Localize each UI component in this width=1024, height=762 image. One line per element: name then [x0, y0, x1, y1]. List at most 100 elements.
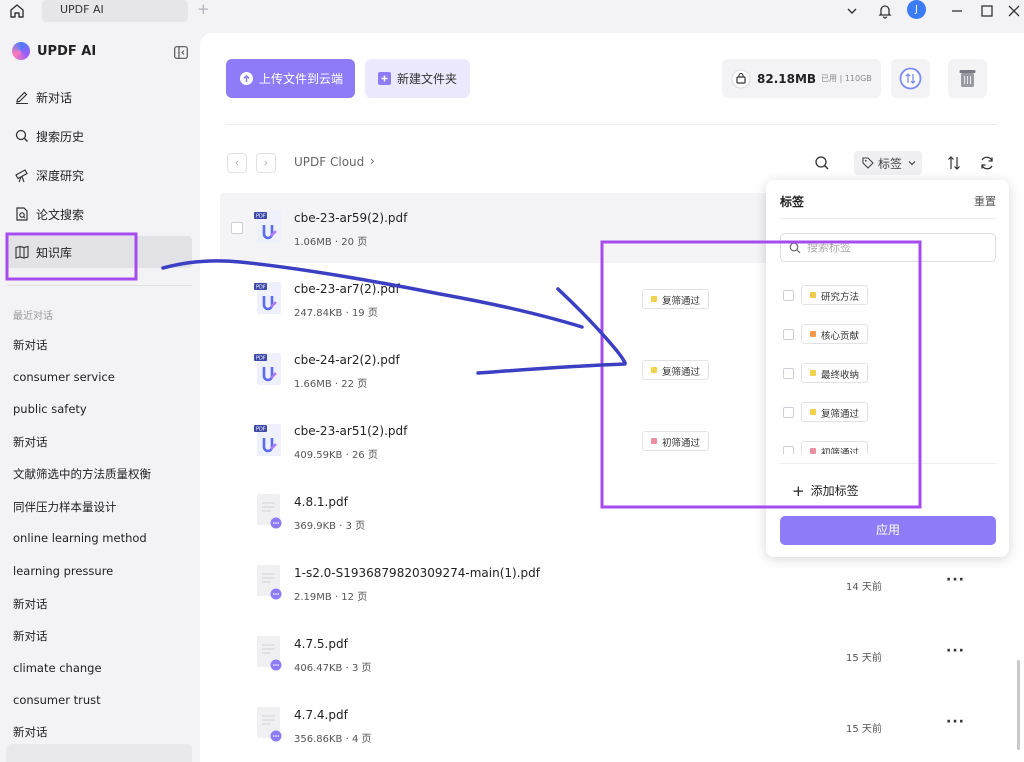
- tag-search-field[interactable]: [780, 233, 996, 262]
- sidebar-item-search-history[interactable]: 搜索历史: [6, 120, 192, 152]
- recent-chat-item[interactable]: consumer trust: [13, 693, 101, 707]
- sidebar-item-paper-search[interactable]: 论文搜索: [6, 198, 192, 230]
- row-checkbox[interactable]: [231, 222, 243, 234]
- add-folder-icon: [378, 72, 391, 85]
- recent-chat-item[interactable]: climate change: [13, 661, 102, 675]
- trash-icon: [959, 70, 976, 87]
- tag-option-checkbox[interactable]: [783, 407, 794, 418]
- tag-filter-dropdown[interactable]: 标签: [854, 151, 922, 175]
- recent-chat-item[interactable]: 同伴压力样本量设计: [13, 499, 117, 515]
- file-name: cbe-24-ar2(2).pdf: [294, 353, 400, 367]
- close-icon[interactable]: [1005, 2, 1023, 20]
- file-name: 4.7.4.pdf: [294, 708, 348, 722]
- file-tag-chip[interactable]: 复筛通过: [642, 360, 710, 380]
- account-bar[interactable]: [6, 744, 192, 762]
- tag-option-checkbox[interactable]: [783, 329, 794, 340]
- storage-usage[interactable]: 82.18MB 已用 | 110GB: [722, 59, 881, 98]
- bell-icon[interactable]: [876, 2, 894, 20]
- upload-label: 上传文件到云端: [259, 72, 344, 86]
- forward-button[interactable]: ›: [256, 153, 276, 173]
- tag-option[interactable]: 研究方法: [780, 284, 996, 308]
- recent-chat-item[interactable]: public safety: [13, 402, 87, 416]
- sidebar-item-knowledge-base[interactable]: 知识库: [6, 236, 192, 268]
- recent-chat-item[interactable]: 新对话: [13, 434, 48, 450]
- add-tab-icon[interactable]: +: [197, 1, 213, 17]
- tag-option-label: 初筛通过: [821, 448, 860, 454]
- more-options-icon[interactable]: ···: [946, 643, 965, 659]
- file-meta: 1.06MB · 20 页: [294, 237, 368, 248]
- tag-option[interactable]: 最终收纳: [780, 362, 996, 386]
- tag-option-checkbox[interactable]: [783, 446, 794, 454]
- maximize-icon[interactable]: [978, 2, 996, 20]
- sidebar-item-new-chat[interactable]: 新对话: [6, 81, 192, 113]
- avatar[interactable]: J: [907, 0, 926, 19]
- upload-to-cloud-button[interactable]: 上传文件到云端: [226, 59, 355, 98]
- new-folder-label: 新建文件夹: [397, 72, 458, 86]
- add-tag-button[interactable]: + 添加标签: [792, 482, 859, 499]
- recent-chat-item[interactable]: online learning method: [13, 531, 147, 545]
- file-row[interactable]: 4.7.4.pdf 356.86KB · 4 页 15 天前 ···: [220, 690, 1000, 760]
- app-tab[interactable]: UPDF AI: [42, 0, 188, 22]
- tag-option-chip: 最终收纳: [801, 363, 869, 383]
- file-meta: 406.47KB · 3 页: [294, 663, 372, 674]
- toolbar-divider: [226, 124, 997, 125]
- sync-transfer-icon: [899, 67, 922, 90]
- tag-option[interactable]: 核心贡献: [780, 323, 996, 347]
- plus-icon: +: [792, 481, 805, 500]
- back-button[interactable]: ‹: [227, 153, 247, 173]
- new-folder-button[interactable]: 新建文件夹: [365, 59, 470, 98]
- file-tag-chip[interactable]: 初筛通过: [642, 431, 710, 451]
- file-name: 1-s2.0-S1936879820309274-main(1).pdf: [294, 566, 540, 580]
- sidebar-collapse-icon[interactable]: [174, 46, 188, 59]
- file-name: cbe-23-ar59(2).pdf: [294, 211, 408, 225]
- chat-document-icon: [257, 707, 282, 742]
- more-options-icon[interactable]: ···: [946, 714, 965, 730]
- sidebar-item-deep-research[interactable]: 深度研究: [6, 159, 192, 191]
- add-tag-label: 添加标签: [810, 484, 859, 498]
- tag-option-checkbox[interactable]: [783, 290, 794, 301]
- storage-used: 82.18MB: [757, 71, 817, 86]
- trash-button[interactable]: [948, 59, 987, 98]
- recent-chat-item[interactable]: 新对话: [13, 337, 48, 353]
- pdf-file-icon: PDF: [254, 424, 281, 456]
- file-row[interactable]: 4.7.5.pdf 406.47KB · 3 页 15 天前 ···: [220, 619, 1000, 689]
- breadcrumb-root[interactable]: UPDF Cloud: [294, 155, 364, 169]
- tag-option-label: 核心贡献: [821, 331, 860, 342]
- recent-chat-item[interactable]: 文献筛选中的方法质量权衡: [13, 466, 151, 482]
- brand-name: UPDF AI: [37, 43, 97, 59]
- minimize-icon[interactable]: [948, 2, 966, 20]
- recent-chat-item[interactable]: 新对话: [13, 628, 48, 644]
- tag-option-label: 最终收纳: [821, 370, 860, 381]
- scrollbar-thumb[interactable]: [1017, 660, 1020, 750]
- chat-document-icon: [257, 494, 282, 529]
- apply-button[interactable]: 应用: [780, 516, 996, 545]
- refresh-icon[interactable]: [978, 154, 996, 172]
- file-date: 15 天前: [846, 724, 882, 735]
- file-row[interactable]: 1-s2.0-S1936879820309274-main(1).pdf 2.1…: [220, 548, 1000, 618]
- svg-text:PDF: PDF: [256, 214, 266, 220]
- popup-title: 标签: [780, 195, 805, 209]
- sort-icon[interactable]: [945, 154, 963, 172]
- chevron-down-icon[interactable]: [843, 2, 861, 20]
- svg-text:PDF: PDF: [256, 285, 266, 291]
- document-search-icon: [16, 207, 28, 221]
- file-tag-chip[interactable]: 复筛通过: [642, 289, 710, 309]
- search-icon[interactable]: [813, 154, 831, 172]
- more-options-icon[interactable]: ···: [946, 572, 965, 588]
- recent-chat-item[interactable]: 新对话: [13, 724, 48, 740]
- recent-section-title: 最近对话: [13, 311, 53, 322]
- tag-option-checkbox[interactable]: [783, 368, 794, 379]
- home-icon[interactable]: [8, 2, 26, 20]
- telescope-icon: [15, 169, 28, 183]
- reset-button[interactable]: 重置: [974, 193, 996, 209]
- brand: UPDF AI: [12, 42, 96, 60]
- recent-chat-item[interactable]: learning pressure: [13, 564, 113, 578]
- tag-search-input[interactable]: [807, 241, 987, 254]
- tag-option[interactable]: 初筛通过: [780, 440, 996, 454]
- transfer-button[interactable]: [891, 59, 930, 98]
- tag-option[interactable]: 复筛通过: [780, 401, 996, 425]
- file-meta: 2.19MB · 12 页: [294, 592, 368, 603]
- recent-chat-item[interactable]: consumer service: [13, 370, 115, 384]
- recent-chat-item[interactable]: 新对话: [13, 596, 48, 612]
- search-icon: [789, 242, 801, 253]
